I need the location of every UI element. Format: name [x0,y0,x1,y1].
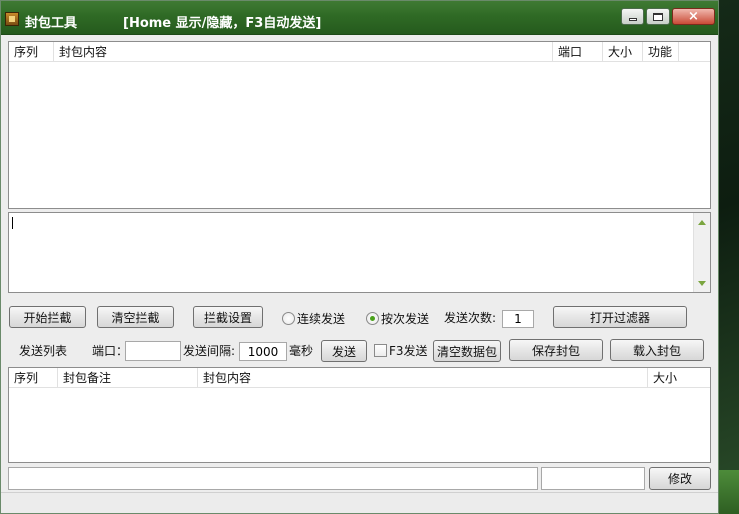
column-header-note[interactable]: 封包备注 [58,368,198,388]
continuous-send-radio[interactable] [282,312,295,325]
clear-packets-button[interactable]: 清空数据包 [433,340,501,362]
packet-tool-window: 封包工具 [Home 显示/隐藏，F3自动发送] × 序列 封包内容 端口 大小… [0,0,719,514]
maximize-icon [653,12,663,21]
f3-send-label: F3发送 [389,344,428,358]
send-by-count-label: 按次发送 [381,312,430,326]
maximize-button[interactable] [646,8,670,25]
scroll-up-button[interactable] [694,214,710,230]
interval-unit-label: 毫秒 [289,344,314,358]
editor-scrollbar[interactable] [693,213,710,292]
send-by-count-radio[interactable] [366,312,379,325]
interval-input[interactable] [239,342,287,361]
f3-send-checkbox[interactable] [374,344,387,357]
send-list-header: 序列 封包备注 封包内容 大小 [9,368,710,388]
modify-button[interactable]: 修改 [649,467,711,490]
column-header-send-content[interactable]: 封包内容 [198,368,648,388]
save-packets-button[interactable]: 保存封包 [509,339,603,361]
minimize-icon [628,18,637,21]
column-header-send-index[interactable]: 序列 [9,368,58,388]
send-count-input[interactable] [502,310,534,328]
close-icon: × [688,9,699,24]
port-input[interactable] [125,341,181,361]
title-bar[interactable]: 封包工具 [Home 显示/隐藏，F3自动发送] × [1,1,718,35]
open-filter-button[interactable]: 打开过滤器 [553,306,687,328]
column-header-send-size[interactable]: 大小 [648,368,710,388]
app-icon [5,12,19,26]
text-caret [12,217,13,229]
hotkey-hint: [Home 显示/隐藏，F3自动发送] [123,16,322,31]
send-list[interactable]: 序列 封包备注 封包内容 大小 [8,367,711,463]
desktop-wallpaper-corner [718,470,739,514]
scroll-down-button[interactable] [694,275,710,291]
send-button[interactable]: 发送 [321,340,367,362]
status-bar [1,492,718,513]
port-label: 端口： [92,344,129,358]
packet-size-input[interactable] [541,467,645,490]
window-title: 封包工具 [25,16,78,31]
arrow-down-icon [698,280,706,286]
send-count-label: 发送次数: [444,311,497,325]
clear-capture-button[interactable]: 清空拦截 [97,306,174,328]
column-header-size[interactable]: 大小 [603,42,643,62]
column-header-content[interactable]: 封包内容 [54,42,553,62]
arrow-up-icon [698,219,706,225]
column-header-function[interactable]: 功能 [643,42,679,62]
start-capture-button[interactable]: 开始拦截 [9,306,86,328]
packet-note-input[interactable] [8,467,538,490]
load-packets-button[interactable]: 载入封包 [610,339,704,361]
capture-list[interactable]: 序列 封包内容 端口 大小 功能 [8,41,711,209]
column-header-port[interactable]: 端口 [553,42,603,62]
close-button[interactable]: × [672,8,715,25]
capture-settings-button[interactable]: 拦截设置 [193,306,263,328]
interval-label: 发送间隔: [183,344,236,358]
continuous-send-label: 连续发送 [297,312,346,326]
send-list-label: 发送列表 [19,344,68,358]
packet-editor[interactable] [8,212,711,293]
minimize-button[interactable] [621,8,644,25]
capture-list-header: 序列 封包内容 端口 大小 功能 [9,42,710,62]
column-header-index[interactable]: 序列 [9,42,54,62]
